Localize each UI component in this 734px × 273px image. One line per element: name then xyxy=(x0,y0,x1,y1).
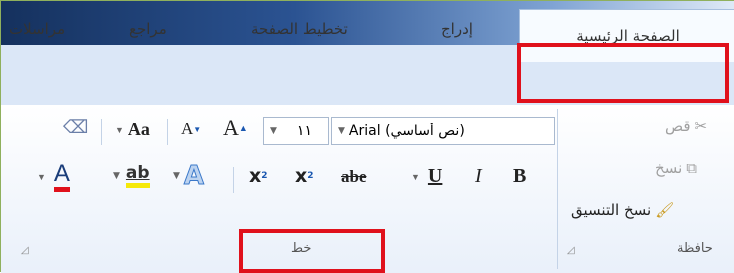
format-painter-button[interactable]: نسخ التنسيق 🖌 xyxy=(571,201,674,219)
tab-page-layout[interactable]: تخطيط الصفحة xyxy=(247,13,352,45)
highlight-home-tab xyxy=(517,43,729,103)
font-color-arrow-icon: ▼ xyxy=(37,171,46,182)
text-effects-arrow-icon: ▼ xyxy=(173,171,180,181)
highlight-button[interactable]: ▼ ab xyxy=(113,163,150,188)
tab-mailings[interactable]: مراسلات xyxy=(5,13,69,45)
strikethrough-button[interactable]: abe xyxy=(341,167,367,187)
underline-button[interactable]: ▼ U xyxy=(411,165,442,188)
clear-formatting-button[interactable]: ⌫ xyxy=(63,117,88,138)
size-dropdown-arrow-icon[interactable]: ▼ xyxy=(270,126,277,136)
clipboard-group-label: حافظة xyxy=(677,241,713,256)
grow-font-icon: A xyxy=(223,115,239,140)
change-case-arrow-icon: ▼ xyxy=(115,124,124,135)
clear-formatting-icon: ⌫ xyxy=(63,117,89,138)
cut-label: قص xyxy=(665,117,691,135)
change-case-button[interactable]: ▼ Aa xyxy=(115,119,150,140)
font-color-icon: A xyxy=(53,161,70,192)
highlight-font-group-label xyxy=(239,229,385,273)
font-name-combo[interactable]: ▼ Arial (نص أساسي) xyxy=(331,117,555,145)
shrink-font-icon: A xyxy=(181,119,194,138)
bold-button[interactable]: B xyxy=(513,165,526,188)
copy-button[interactable]: نسخ ⧉ xyxy=(655,159,697,177)
font-size-combo[interactable]: ▼ ١١ xyxy=(263,117,329,145)
font-dropdown-arrow-icon[interactable]: ▼ xyxy=(338,126,345,136)
bold-icon: B xyxy=(513,165,527,187)
copy-icon: ⧉ xyxy=(686,159,697,177)
italic-button[interactable]: I xyxy=(475,165,482,188)
font-divider-3 xyxy=(233,167,234,193)
font-launcher-icon[interactable]: ◿ xyxy=(21,245,29,256)
subscript-button[interactable]: x2 xyxy=(295,165,314,187)
tab-insert[interactable]: إدراج xyxy=(437,13,477,45)
font-divider-1 xyxy=(167,119,168,145)
underline-icon: U xyxy=(427,165,443,187)
change-case-icon: Aa xyxy=(127,119,150,139)
text-effects-button[interactable]: ▼ A xyxy=(173,161,205,192)
italic-icon: I xyxy=(475,165,482,187)
underline-arrow-icon: ▼ xyxy=(411,171,420,182)
shrink-font-button[interactable]: A ▼ xyxy=(181,119,201,139)
subscript-icon: x xyxy=(295,165,308,187)
paintbrush-icon: 🖌 xyxy=(655,201,675,219)
group-divider xyxy=(557,109,558,269)
tab-references[interactable]: مراجع xyxy=(125,13,171,45)
superscript-icon: x xyxy=(249,165,262,187)
format-painter-label: نسخ التنسيق xyxy=(571,201,652,219)
font-divider-2 xyxy=(101,119,102,145)
grow-font-button[interactable]: A ▲ xyxy=(223,115,248,141)
scissors-icon: ✂ xyxy=(694,117,708,135)
cut-button[interactable]: قص ✂ xyxy=(665,117,707,135)
font-name-value: Arial (نص أساسي) xyxy=(348,123,465,139)
font-size-value: ١١ xyxy=(296,123,312,139)
font-color-button[interactable]: ▼ A xyxy=(37,161,70,192)
highlight-arrow-icon: ▼ xyxy=(113,170,120,181)
clipboard-launcher-icon[interactable]: ◿ xyxy=(567,245,575,256)
text-effects-icon: A xyxy=(183,161,205,192)
superscript-button[interactable]: x2 xyxy=(249,165,268,187)
highlight-icon: ab xyxy=(125,163,150,188)
copy-label: نسخ xyxy=(655,159,683,177)
strikethrough-icon: abe xyxy=(341,167,367,186)
